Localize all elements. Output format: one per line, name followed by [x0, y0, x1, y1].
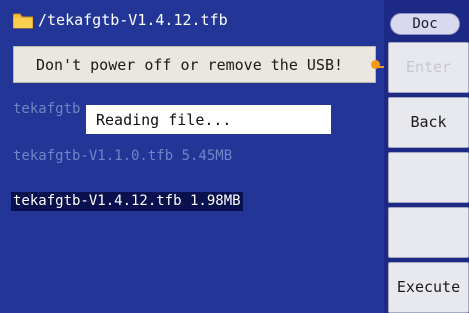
- file-browser-panel: /tekafgtb-V1.4.12.tfb Don't power off or…: [0, 0, 384, 313]
- instrument-screen: /tekafgtb-V1.4.12.tfb Don't power off or…: [0, 0, 469, 313]
- enter-button[interactable]: Enter: [388, 42, 469, 93]
- file-list-item[interactable]: tekafgtb: [13, 101, 80, 117]
- path-bar: /tekafgtb-V1.4.12.tfb: [0, 8, 384, 32]
- file-list-item[interactable]: tekafgtb-V1.1.0.tfb 5.45MB: [13, 148, 232, 164]
- execute-button[interactable]: Execute: [388, 262, 469, 313]
- softkey-3-button[interactable]: [388, 152, 469, 203]
- reading-file-dialog: Reading file...: [86, 105, 331, 134]
- usb-warning-banner: Don't power off or remove the USB!: [13, 46, 380, 83]
- dialog-message: Reading file...: [96, 111, 232, 129]
- doc-tab-label: Doc: [412, 16, 438, 32]
- folder-icon: [13, 13, 33, 29]
- file-list-item-selected[interactable]: tekafgtb-V1.4.12.tfb 1.98MB: [11, 192, 243, 211]
- back-button[interactable]: Back: [388, 97, 469, 148]
- enter-button-label: Enter: [405, 58, 452, 76]
- execute-button-label: Execute: [396, 278, 461, 296]
- usb-warning-text: Don't power off or remove the USB!: [35, 56, 344, 74]
- doc-tab[interactable]: Doc: [390, 13, 460, 35]
- softkey-4-button[interactable]: [388, 207, 469, 258]
- back-button-label: Back: [410, 113, 447, 131]
- current-path: /tekafgtb-V1.4.12.tfb: [38, 11, 228, 29]
